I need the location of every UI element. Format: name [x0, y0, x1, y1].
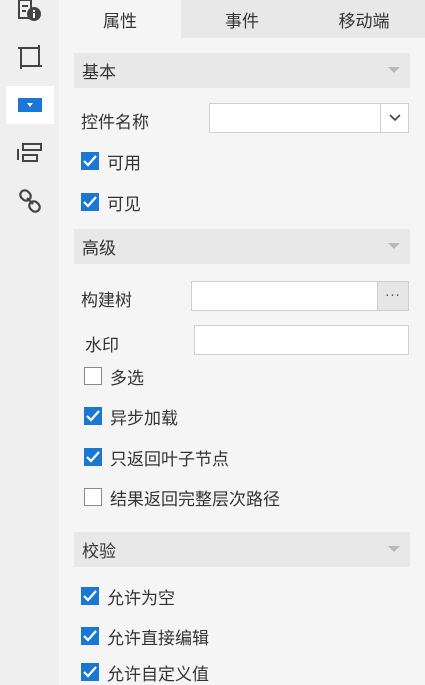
rail-item-layout[interactable] [6, 134, 54, 172]
widget-name-label: 控件名称 [81, 113, 149, 133]
tab-attributes[interactable]: 属性 [59, 0, 181, 38]
section-title-basic: 基本 [82, 63, 116, 83]
allow-direct-edit-label: 允许直接编辑 [107, 628, 209, 649]
watermark-label: 水印 [85, 336, 119, 356]
checkmark-icon [86, 410, 100, 422]
widget-name-combo[interactable] [209, 103, 409, 133]
build-tree-input[interactable] [192, 282, 408, 310]
checkbox-box[interactable] [81, 663, 99, 681]
visible-label: 可见 [107, 194, 141, 215]
dropdown-widget-icon [18, 98, 42, 112]
checkbox-box[interactable] [84, 407, 102, 425]
visible-checkbox[interactable]: 可见 [81, 191, 141, 215]
section-title-validation: 校验 [82, 542, 116, 562]
frame-square-icon [18, 45, 42, 69]
checkbox-box[interactable] [84, 488, 102, 506]
leaf-only-checkbox[interactable]: 只返回叶子节点 [84, 446, 229, 470]
side-icon-rail [0, 0, 59, 685]
widget-name-dropdown-button[interactable] [380, 104, 408, 132]
checkmark-icon [86, 451, 100, 463]
allow-empty-checkbox[interactable]: 允许为空 [81, 585, 175, 609]
enabled-label: 可用 [107, 153, 141, 174]
checkmark-icon [83, 630, 97, 642]
rail-item-widget[interactable] [6, 86, 54, 124]
multi-select-label: 多选 [110, 368, 144, 389]
build-tree-field[interactable]: ··· [191, 281, 409, 311]
build-tree-browse-button[interactable]: ··· [377, 282, 408, 310]
checkbox-box[interactable] [84, 448, 102, 466]
section-header-basic[interactable]: 基本 [74, 53, 410, 88]
chevron-down-icon [388, 114, 401, 122]
build-tree-label: 构建树 [81, 291, 132, 311]
checkmark-icon [83, 196, 97, 208]
layout-bars-icon [17, 143, 42, 162]
panel-tabs: 属性 事件 移动端 [59, 0, 425, 38]
collapse-caret-icon [388, 243, 400, 249]
async-load-checkbox[interactable]: 异步加载 [84, 405, 178, 429]
async-load-label: 异步加载 [110, 408, 178, 429]
allow-empty-label: 允许为空 [107, 588, 175, 609]
multi-select-checkbox[interactable]: 多选 [84, 365, 144, 389]
full-path-label: 结果返回完整层次路径 [110, 489, 280, 510]
rail-item-link[interactable] [6, 182, 54, 220]
section-title-advanced: 高级 [82, 239, 116, 259]
watermark-field[interactable] [194, 325, 409, 355]
checkmark-icon [83, 155, 97, 167]
link-chain-icon [19, 189, 41, 213]
collapse-caret-icon [388, 546, 400, 552]
allow-custom-value-checkbox[interactable]: 允许自定义值 [81, 661, 209, 685]
checkbox-box[interactable] [84, 367, 102, 385]
info-component-icon [18, 0, 41, 21]
rail-item-frame[interactable] [6, 38, 54, 76]
checkmark-icon [83, 590, 97, 602]
checkbox-box[interactable] [81, 587, 99, 605]
tab-events[interactable]: 事件 [181, 0, 303, 38]
property-panel: 属性 事件 移动端 基本 控件名称 可用 可见 高级 构建树 ··· 水印 多选… [59, 0, 425, 685]
full-path-checkbox[interactable]: 结果返回完整层次路径 [84, 486, 280, 510]
allow-direct-edit-checkbox[interactable]: 允许直接编辑 [81, 625, 209, 649]
enabled-checkbox[interactable]: 可用 [81, 150, 141, 174]
leaf-only-label: 只返回叶子节点 [110, 449, 229, 470]
checkbox-box[interactable] [81, 627, 99, 645]
section-header-validation[interactable]: 校验 [74, 532, 410, 567]
widget-name-input[interactable] [210, 104, 408, 132]
allow-custom-value-label: 允许自定义值 [107, 664, 209, 685]
tab-mobile[interactable]: 移动端 [303, 0, 425, 38]
rail-item-info[interactable] [6, 0, 54, 30]
checkmark-icon [83, 666, 97, 678]
collapse-caret-icon [388, 67, 400, 73]
watermark-input[interactable] [195, 326, 408, 354]
checkbox-box[interactable] [81, 193, 99, 211]
section-header-advanced[interactable]: 高级 [74, 229, 410, 264]
checkbox-box[interactable] [81, 152, 99, 170]
